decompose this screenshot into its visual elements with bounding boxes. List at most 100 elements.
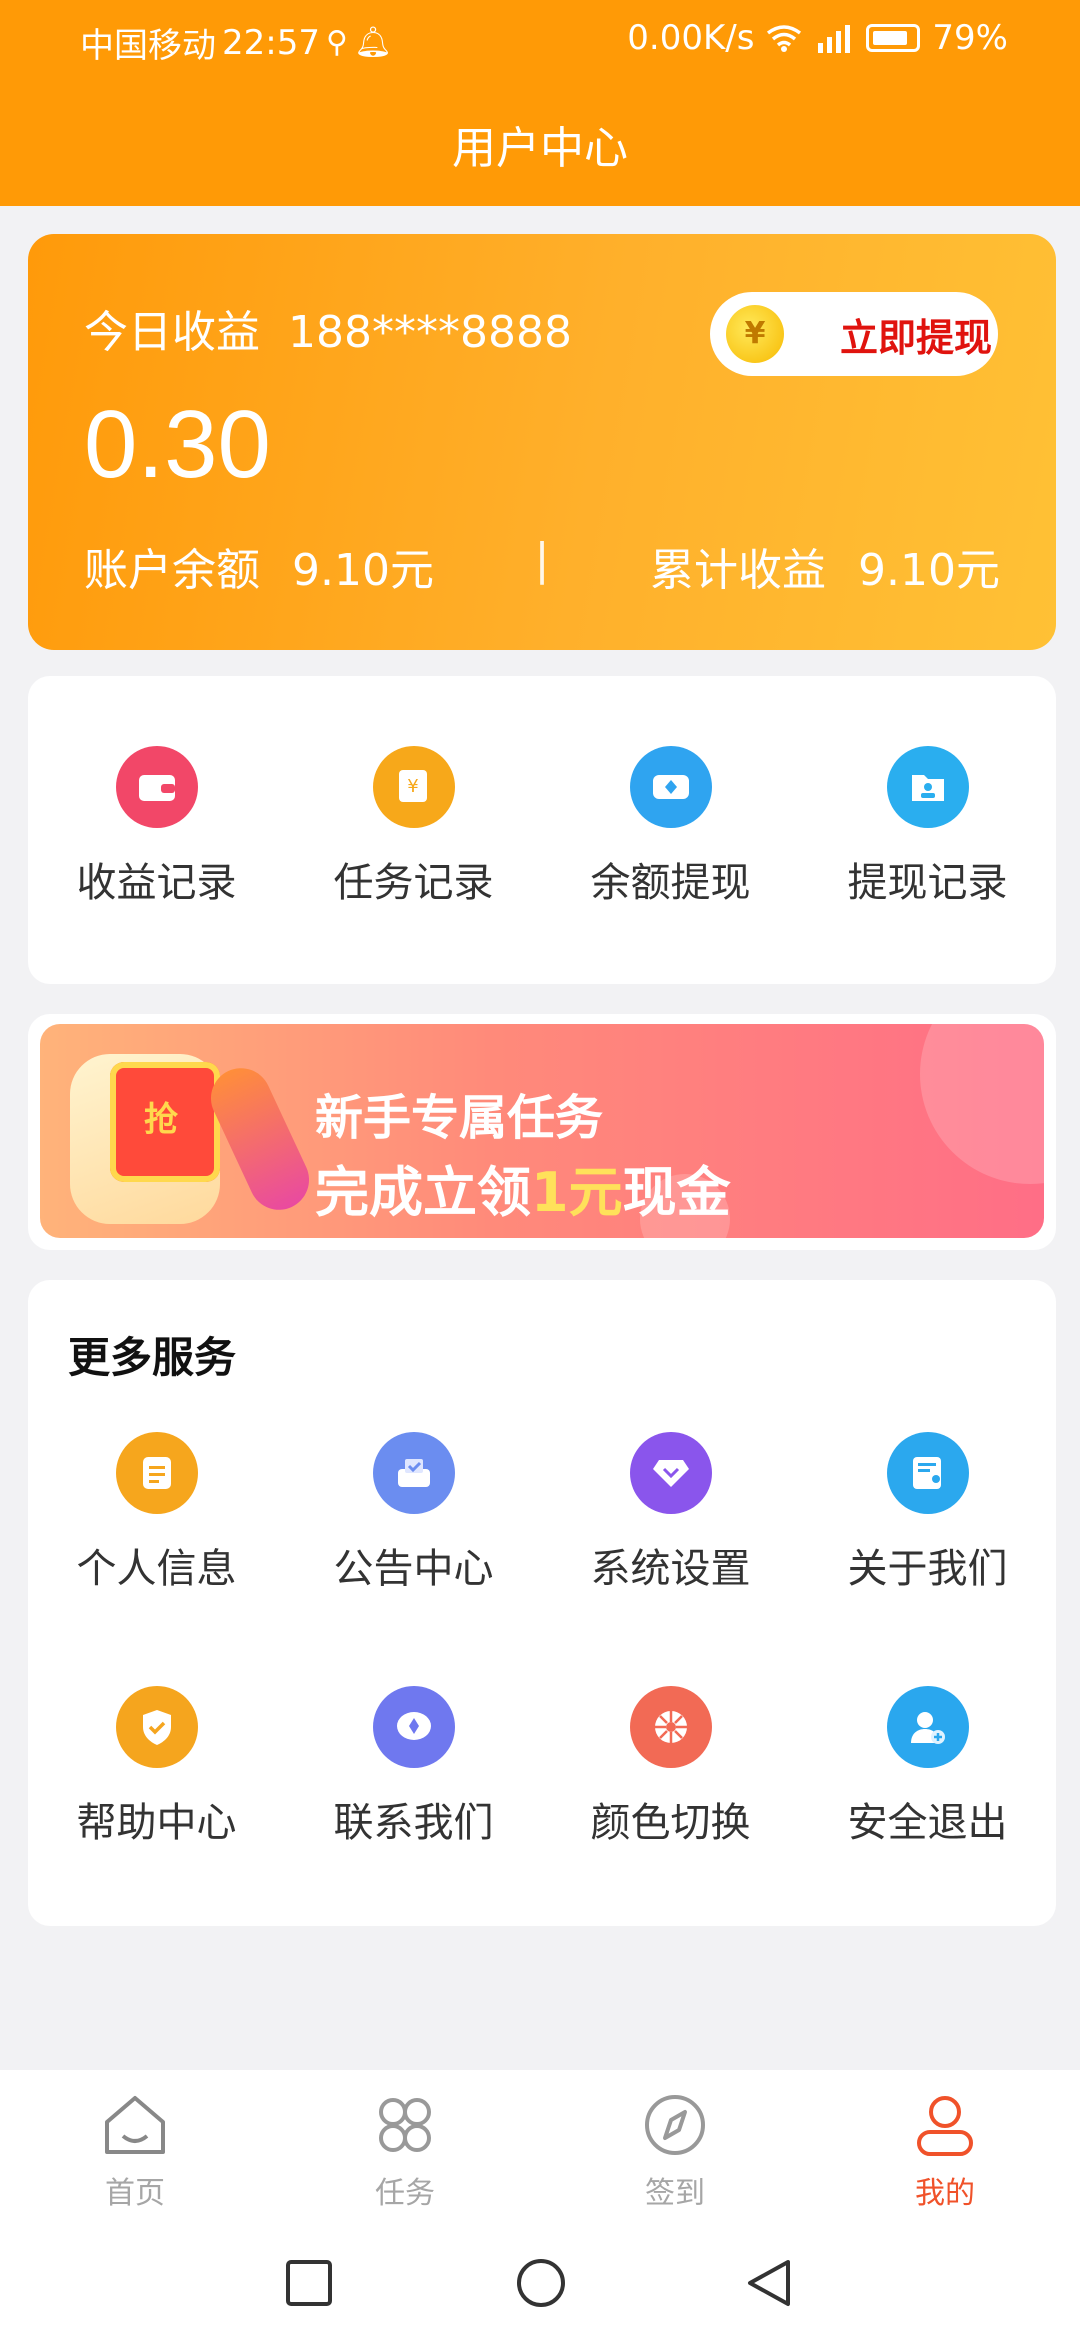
tab-label: 任务: [375, 2176, 435, 2211]
earnings-summary: 账户余额 9.10元 | 累计收益 9.10元: [84, 534, 1000, 598]
quick-action-label: 收益记录: [76, 860, 237, 906]
logout-button[interactable]: 安全退出: [799, 1686, 1056, 1848]
service-label: 公告中心: [333, 1546, 494, 1592]
wallet-icon: [115, 746, 198, 828]
summary-divider: |: [534, 534, 550, 585]
status-bar: 中国移动 22:57 ⚲ 🔔︎ 0.00K/s 79%: [0, 0, 1080, 80]
today-earnings-row: 今日收益 188****8888: [84, 296, 572, 360]
folder-user-icon: [886, 746, 969, 828]
banner-decoration: [920, 1024, 1044, 1184]
banner-subtitle-pre: 完成立领: [315, 1161, 531, 1224]
compass-icon: [645, 2095, 705, 2155]
clock: 22:57: [222, 22, 320, 63]
carrier: 中国移动: [80, 26, 216, 66]
service-label: 系统设置: [590, 1546, 751, 1592]
newbie-task-banner[interactable]: 抢 新手专属任务 完成立领1元现金: [40, 1024, 1044, 1238]
service-label: 帮助中心: [76, 1800, 237, 1846]
banner-highlight: 1元: [531, 1161, 623, 1224]
recent-apps-icon[interactable]: [284, 2258, 334, 2308]
quick-actions-card: 收益记录 ¥ 任务记录 余额提现 提现记录: [28, 676, 1056, 984]
balance-value: 9.10元: [292, 545, 434, 596]
banner-subtitle-post: 现金: [622, 1161, 731, 1224]
total-label: 累计收益: [650, 545, 827, 596]
coin-icon: ¥: [726, 305, 784, 363]
withdraw-now-button[interactable]: ¥ 立即提现: [710, 292, 998, 376]
total-value: 9.10元: [858, 545, 1000, 596]
service-label: 颜色切换: [590, 1800, 751, 1846]
total-group: 累计收益 9.10元: [650, 534, 1000, 598]
home-icon: [105, 2096, 165, 2154]
diamond-icon: [629, 1432, 712, 1514]
user-phone: 188****8888: [288, 307, 572, 358]
today-earnings-label: 今日收益: [84, 307, 260, 358]
chat-icon: [372, 1686, 455, 1768]
wifi-icon: [767, 25, 802, 52]
usb-icon: ⚲: [325, 25, 348, 60]
battery-icon: [866, 24, 921, 52]
inbox-icon: [372, 1432, 455, 1514]
service-label: 关于我们: [847, 1546, 1008, 1592]
withdraw-record-button[interactable]: 提现记录: [799, 746, 1056, 908]
tab-home[interactable]: 首页: [0, 2070, 270, 2234]
services-row-1: 个人信息 公告中心 系统设置 关于我们: [28, 1432, 1056, 1594]
balance-withdraw-button[interactable]: 余额提现: [542, 746, 799, 908]
more-services-title: 更多服务: [68, 1333, 237, 1382]
grid-icon: [379, 2098, 431, 2152]
services-row-2: 帮助中心 联系我们 颜色切换 安全退出: [28, 1686, 1056, 1848]
user-icon: [917, 2096, 973, 2156]
back-triangle-icon[interactable]: [742, 2256, 796, 2310]
quick-action-label: 余额提现: [590, 860, 751, 906]
network-speed: 0.00K/s: [627, 18, 755, 58]
shield-check-icon: [115, 1686, 198, 1768]
home-circle-icon[interactable]: [514, 2256, 568, 2310]
tab-checkin[interactable]: 签到: [540, 2070, 810, 2234]
battery-percent: 79%: [932, 18, 1008, 58]
today-earnings-amount: 0.30: [84, 391, 271, 498]
quick-actions-row: 收益记录 ¥ 任务记录 余额提现 提现记录: [28, 746, 1056, 908]
bottom-tab-bar: 首页 任务 签到 我的: [0, 2070, 1080, 2234]
personal-info-button[interactable]: 个人信息: [28, 1432, 285, 1594]
banner-subtitle: 完成立领1元现金: [315, 1148, 731, 1227]
palette-wheel-icon: [629, 1686, 712, 1768]
svg-text:¥: ¥: [407, 776, 418, 797]
banner-title: 新手专属任务: [315, 1090, 604, 1146]
tab-mine[interactable]: 我的: [810, 2070, 1080, 2234]
user-add-icon: [886, 1686, 969, 1768]
notification-bell-icon: 🔔︎: [353, 25, 393, 60]
tab-tasks[interactable]: 任务: [270, 2070, 540, 2234]
tab-label: 首页: [105, 2176, 165, 2211]
service-label: 联系我们: [333, 1800, 494, 1846]
yuan-note-icon: ¥: [372, 746, 455, 828]
earnings-card: 今日收益 188****8888 0.30 账户余额 9.10元 | 累计收益 9…: [28, 234, 1056, 650]
page-title: 用户中心: [452, 123, 628, 174]
earnings-record-button[interactable]: 收益记录: [28, 746, 285, 908]
quick-action-label: 任务记录: [333, 860, 494, 906]
quick-action-label: 提现记录: [847, 860, 1008, 906]
system-settings-button[interactable]: 系统设置: [542, 1432, 799, 1594]
red-envelope-icon: 抢: [110, 1062, 220, 1182]
system-nav-bar: [0, 2234, 1080, 2340]
about-us-button[interactable]: 关于我们: [799, 1432, 1056, 1594]
service-label: 安全退出: [847, 1800, 1008, 1846]
balance-group: 账户余额 9.10元: [84, 534, 434, 598]
status-left: 中国移动 22:57 ⚲ 🔔︎: [80, 18, 392, 67]
task-record-button[interactable]: ¥ 任务记录: [285, 746, 542, 908]
signal-icon: [818, 25, 851, 53]
more-services-card: 更多服务 个人信息 公告中心 系统设置 关于我们 帮助中心 联系我们 颜色切换 …: [28, 1280, 1056, 1926]
promo-banner-card: 抢 新手专属任务 完成立领1元现金: [28, 1014, 1056, 1250]
tab-label: 我的: [915, 2176, 975, 2211]
announcement-center-button[interactable]: 公告中心: [285, 1432, 542, 1594]
id-card-icon: [886, 1432, 969, 1514]
envelope-text: 抢: [144, 1100, 178, 1140]
app-header: 中国移动 22:57 ⚲ 🔔︎ 0.00K/s 79% 用户中心: [0, 0, 1080, 206]
service-label: 个人信息: [76, 1546, 237, 1592]
help-center-button[interactable]: 帮助中心: [28, 1686, 285, 1848]
balance-label: 账户余额: [84, 545, 260, 596]
diamond-card-icon: [629, 746, 712, 828]
contact-us-button[interactable]: 联系我们: [285, 1686, 542, 1848]
document-icon: [115, 1432, 198, 1514]
tab-label: 签到: [645, 2176, 705, 2211]
withdraw-now-label: 立即提现: [840, 315, 993, 360]
status-right: 0.00K/s 79%: [627, 18, 1008, 58]
color-switch-button[interactable]: 颜色切换: [542, 1686, 799, 1848]
